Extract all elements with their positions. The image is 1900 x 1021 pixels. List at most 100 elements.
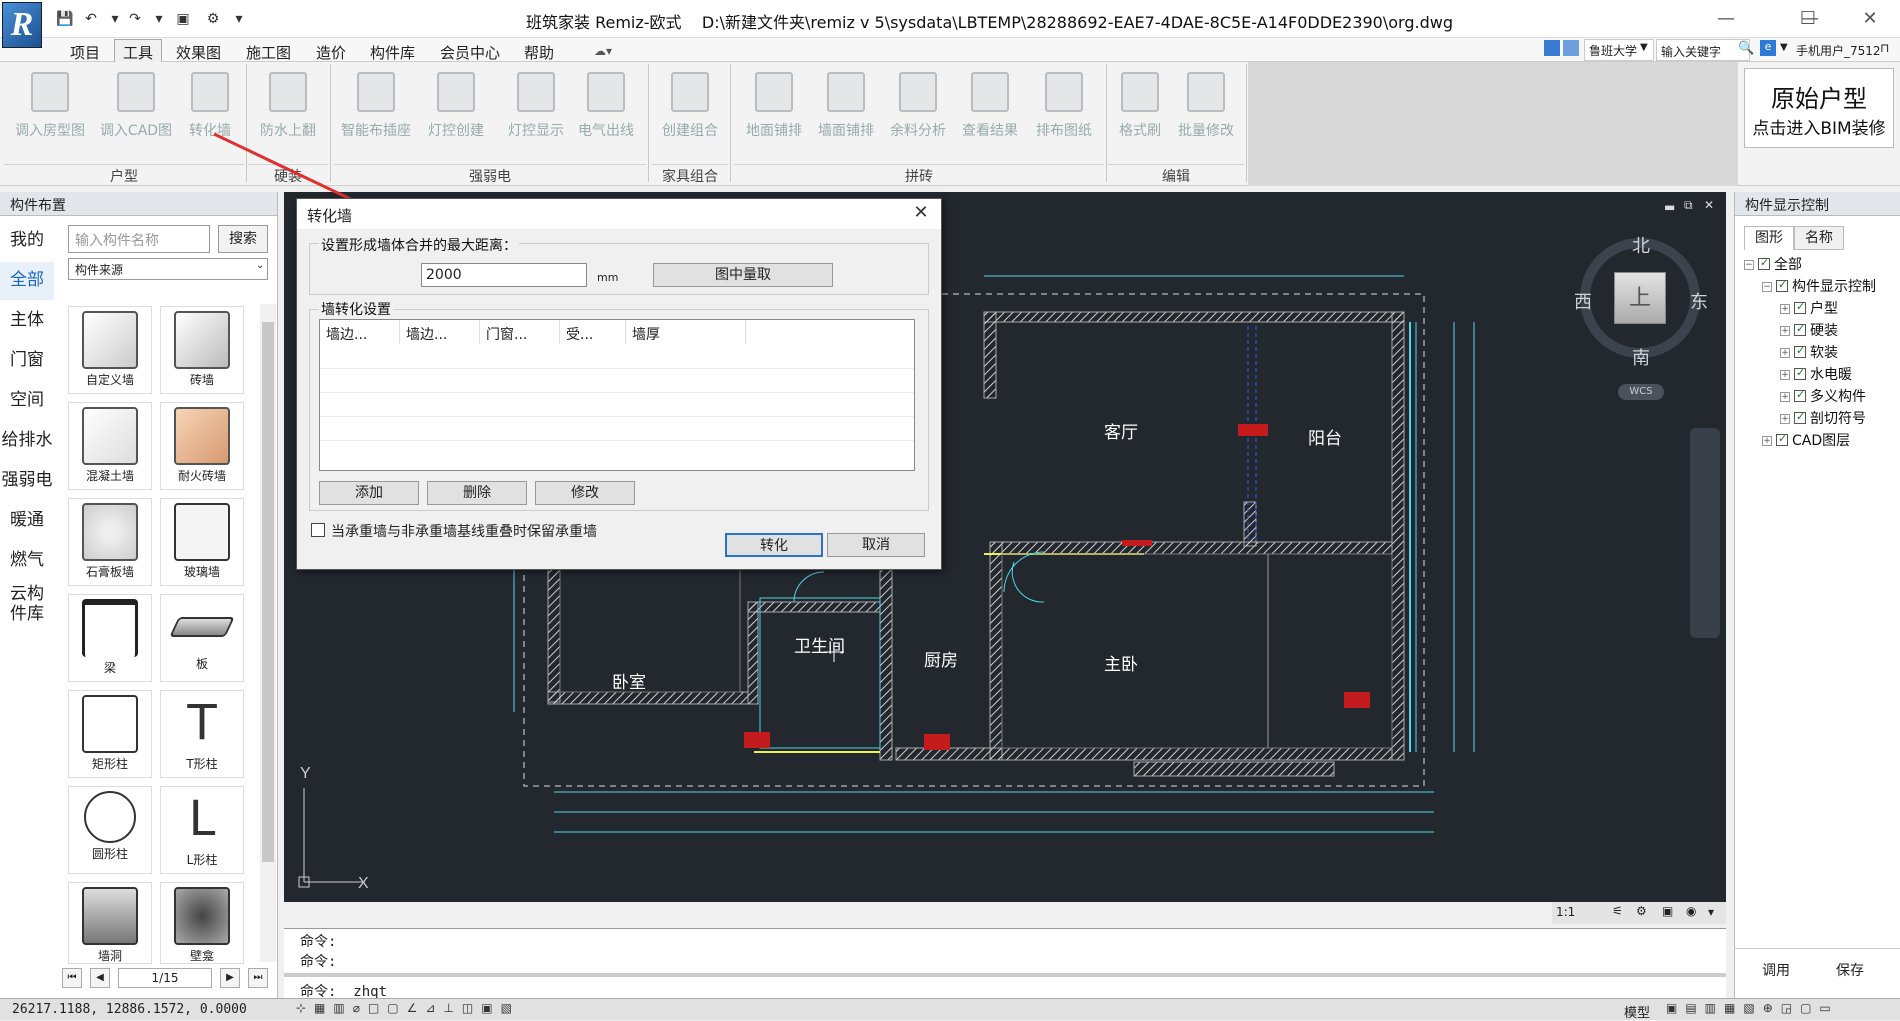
tree-item-hard[interactable]: +硬装 [1780,320,1838,340]
tree-item-section[interactable]: +剖切符号 [1780,408,1866,428]
menu-item-help[interactable]: 帮助 [524,42,554,63]
component-brick-wall[interactable]: 砖墙 [160,306,244,394]
grid-column-header[interactable]: 受... [560,320,626,344]
annotate-icon[interactable]: ⚟ [1612,904,1623,918]
category-cloud[interactable]: 云构件库 [0,584,54,624]
cloud-icon[interactable]: ☁▾ [594,44,612,58]
view-result-button[interactable]: 查看结果 [950,66,1030,162]
window-icon[interactable]: ▣ [172,10,194,28]
save-icon[interactable]: 💾 [54,10,76,28]
component-glass-wall[interactable]: 玻璃墙 [160,498,244,586]
tree-item-all[interactable]: −全部 [1744,254,1802,274]
chevron-down-icon[interactable]: ▾ [104,10,126,28]
cancel-button[interactable]: 取消 [827,533,925,557]
menu-item-library[interactable]: 构件库 [370,42,415,63]
model-space-label[interactable]: 模型 [1624,1002,1650,1021]
light-control-create-button[interactable]: 灯控创建 [416,66,496,162]
menu-item-cost[interactable]: 造价 [316,42,346,63]
component-gypsum-wall[interactable]: 石膏板墙 [68,498,152,586]
light-control-show-button[interactable]: 灯控显示 [496,66,576,162]
drafting-toggles[interactable]: ⊹▦▥⌀□▢∠⊿⊥◫▣▧ [296,1001,596,1017]
category-mine[interactable]: 我的 [0,222,54,260]
grid-column-header[interactable]: 门窗... [480,320,560,344]
menu-item-construction[interactable]: 施工图 [246,42,291,63]
compass-west[interactable]: 西 [1574,288,1592,314]
viewport-min-icon[interactable]: ▬ [1664,200,1675,214]
wall-tile-button[interactable]: 墙面铺排 [806,66,886,162]
user-name[interactable]: 手机用户_7512 [1796,42,1881,59]
grid-column-header[interactable]: 墙边... [320,320,400,344]
pick-from-drawing-button[interactable]: 图中量取 [653,263,833,287]
bim-decoration-button[interactable]: 原始户型 点击进入BIM装修 [1744,68,1894,148]
customize-icon[interactable]: ▾ [228,10,250,28]
tree-item-soft[interactable]: +软装 [1780,342,1838,362]
category-all[interactable]: 全部 [0,262,54,300]
surplus-analysis-button[interactable]: 余料分析 [878,66,958,162]
next-page-icon[interactable]: ▶ [220,968,240,988]
tree-item-cad-layer[interactable]: +CAD图层 [1762,430,1850,450]
component-slab[interactable]: 板 [160,594,244,682]
layout-list-icon[interactable] [1563,40,1579,56]
component-concrete-wall[interactable]: 混凝土墙 [68,402,152,490]
component-beam[interactable]: 梁 [68,594,152,682]
tree-item-floorplan[interactable]: +户型 [1780,298,1838,318]
category-hvac[interactable]: 暖通 [0,502,54,540]
batch-edit-button[interactable]: 批量修改 [1166,66,1246,162]
grid-column-header[interactable]: 墙边... [400,320,480,344]
viewport-close-icon[interactable]: ✕ [1704,198,1714,212]
load-button[interactable]: 调用 [1746,960,1806,982]
electric-outlet-button[interactable]: 电气出线 [566,66,646,162]
keyword-input[interactable]: 输入关键字 [1656,39,1750,61]
component-niche[interactable]: 壁龛 [160,882,244,964]
chevron-down-icon[interactable]: ▾ [148,10,170,28]
compass-south[interactable]: 南 [1632,344,1650,370]
modify-button[interactable]: 修改 [535,481,635,505]
command-area[interactable]: 命令: 命令: 命令: _zhqt [284,928,1726,1004]
status-tools[interactable]: ▣▤▥▦▧⊕◲▢▭ [1666,1001,1886,1015]
create-combo-button[interactable]: 创建组合 [650,66,730,162]
category-doors[interactable]: 门窗 [0,342,54,380]
import-floorplan-button[interactable]: 调入房型图 [10,66,90,162]
component-custom-wall[interactable]: 自定义墙 [68,306,152,394]
category-plumbing[interactable]: 给排水 [0,422,54,460]
lock-icon[interactable]: ▣ [1662,904,1673,918]
viewport-restore-icon[interactable]: ⧉ [1684,198,1693,213]
tree-item-mep[interactable]: +水电暖 [1780,364,1852,384]
tab-name[interactable]: 名称 [1794,226,1844,250]
minimize-icon[interactable]: — [1698,4,1754,34]
first-page-icon[interactable]: ⏮ [62,968,82,988]
component-scrollbar[interactable] [260,304,276,962]
close-window-icon[interactable]: ✕ [1842,4,1898,34]
save-button[interactable]: 保存 [1820,960,1880,982]
import-cad-button[interactable]: 调入CAD图 [96,66,176,162]
undo-icon[interactable]: ↶ [80,10,102,28]
component-firebrick-wall[interactable]: 耐火砖墙 [160,402,244,490]
add-button[interactable]: 添加 [319,481,419,505]
menu-item-member[interactable]: 会员中心 [440,42,500,63]
viewcube-top[interactable]: 上 [1614,272,1666,324]
service-icon[interactable]: e [1760,40,1776,56]
layout-drawing-button[interactable]: 排布图纸 [1024,66,1104,162]
workspace-icon[interactable]: ⚙ [1636,904,1647,918]
category-electric[interactable]: 强弱电 [0,462,54,500]
component-round-column[interactable]: 圆形柱 [68,786,152,874]
page-indicator[interactable]: 1/15 [118,968,212,988]
floor-tile-button[interactable]: 地面铺排 [734,66,814,162]
compass-north[interactable]: 北 [1632,232,1650,258]
component-search-input[interactable]: 输入构件名称 [68,225,210,253]
tree-item-multi[interactable]: +多义构件 [1780,386,1866,406]
search-icon[interactable]: 🔍 [1738,41,1754,56]
grid-column-header[interactable]: 墙厚 [626,320,746,344]
distance-input[interactable]: 2000 [421,263,587,287]
component-l-column[interactable]: L L形柱 [160,786,244,874]
tab-graphics[interactable]: 图形 [1744,226,1794,250]
app-logo[interactable]: R [2,2,42,48]
prev-page-icon[interactable]: ◀ [90,968,110,988]
menu-item-tools[interactable]: 工具 [114,39,163,63]
last-page-icon[interactable]: ⏭ [248,968,268,988]
layout-grid-icon[interactable] [1544,40,1560,56]
keep-bearing-checkbox[interactable] [311,523,325,537]
category-space[interactable]: 空间 [0,382,54,420]
menu-item-render[interactable]: 效果图 [176,42,221,63]
delete-button[interactable]: 删除 [427,481,527,505]
